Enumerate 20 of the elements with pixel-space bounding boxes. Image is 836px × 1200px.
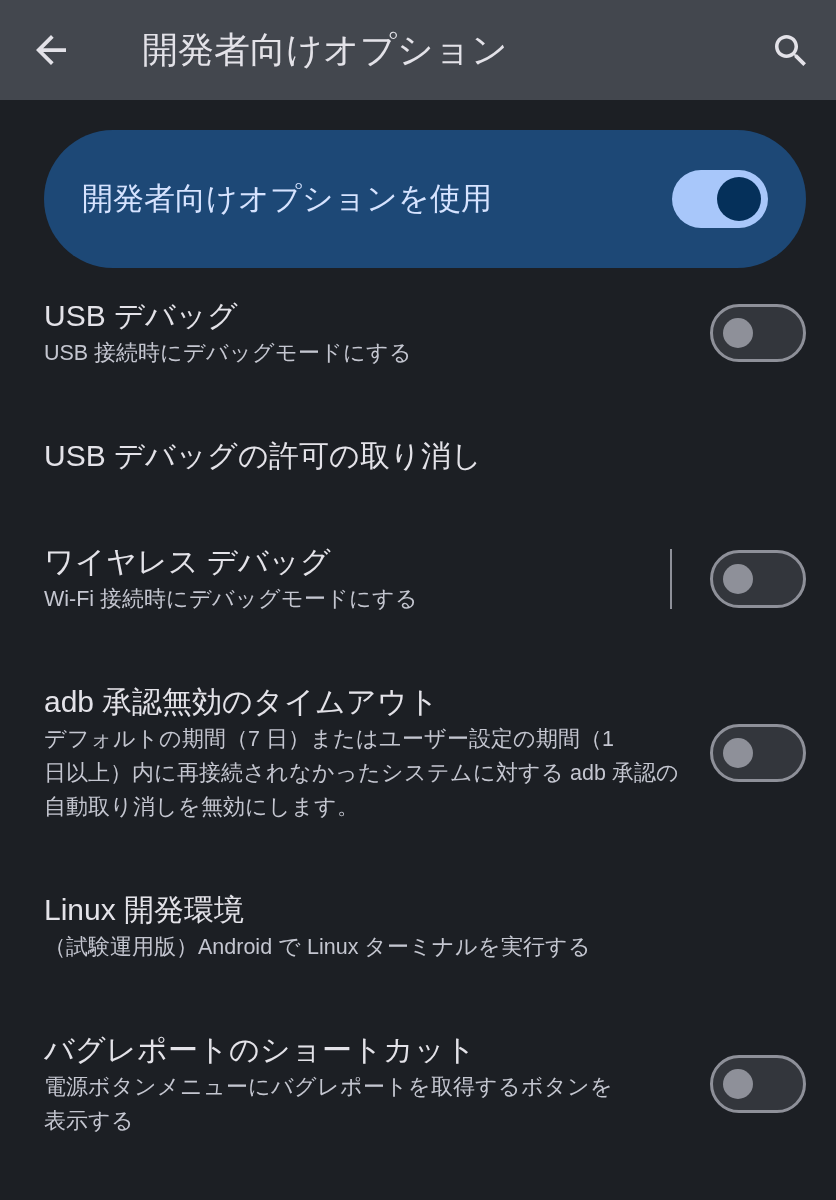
setting-title[interactable]: USB デバッグの許可の取り消し bbox=[44, 436, 680, 476]
setting-title: USB デバッグ bbox=[44, 298, 240, 334]
toggle-switch[interactable] bbox=[710, 550, 806, 608]
screen-title: 開発者向けオプション bbox=[142, 27, 508, 72]
toggle-switch[interactable] bbox=[710, 304, 806, 362]
setting-title[interactable]: Linux 開発環境 bbox=[44, 890, 680, 930]
setting-summary: （試験運用版）Android で Linux ターミナルを実行する bbox=[44, 934, 593, 961]
toggle-switch[interactable] bbox=[710, 724, 806, 782]
back-arrow-icon[interactable] bbox=[36, 35, 66, 65]
toggle-switch[interactable] bbox=[672, 170, 768, 228]
setting-title: バグレポートのショートカット bbox=[44, 1032, 477, 1068]
switch-label: 開発者向けオプションを使用 bbox=[82, 180, 492, 218]
toggle-switch[interactable] bbox=[710, 1055, 806, 1113]
setting-summary: 電源ボタンメニューにバグレポートを取得するボタンを表示する bbox=[44, 1074, 614, 1135]
setting-summary: USB 接続時にデバッグモードにする bbox=[44, 340, 414, 367]
setting-title: ワイヤレス デバッグ bbox=[44, 544, 333, 580]
setting-summary: デフォルトの期間（7 日）またはユーザー設定の期間（1 日以上）内に再接続されなかったシステムに対する adb 承認の自動取り消しを無効にします。 bbox=[44, 726, 680, 821]
setting-title: adb 承認無効のタイムアウト bbox=[44, 684, 441, 720]
search-icon[interactable] bbox=[775, 34, 806, 66]
setting-summary: Wi-Fi 接続時にデバッグモードにする bbox=[44, 586, 420, 613]
